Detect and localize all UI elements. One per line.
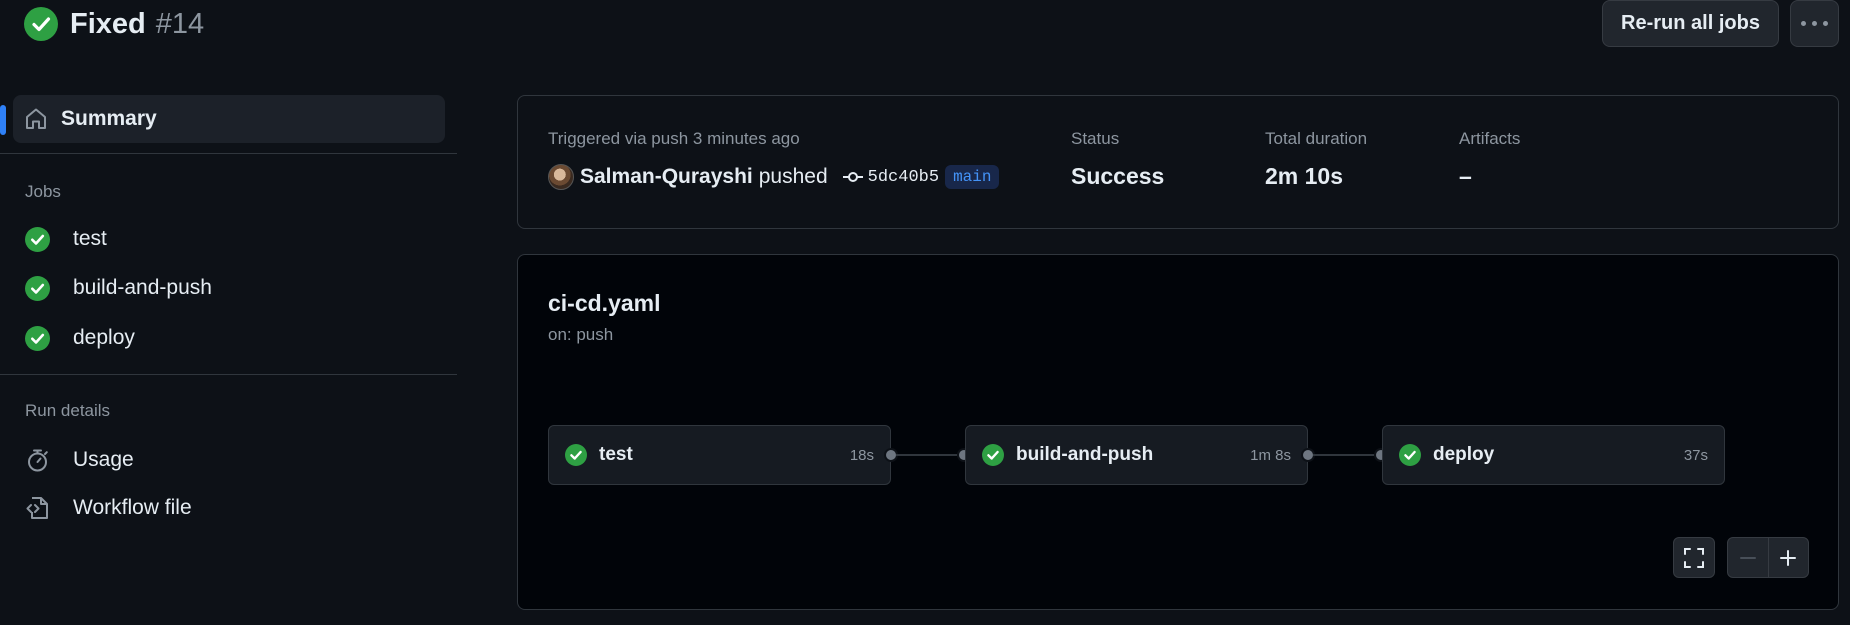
job-name: deploy (1433, 444, 1495, 465)
avatar[interactable] (548, 164, 574, 190)
zoom-in-button[interactable] (1769, 538, 1809, 577)
sidebar-item-label: Summary (61, 107, 157, 130)
divider (0, 153, 457, 154)
workflow-graph-card: ci-cd.yaml on: push test 18s build-and-p… (517, 254, 1839, 610)
status-value: Success (1071, 163, 1165, 189)
kebab-horizontal-icon (1801, 21, 1806, 26)
sidebar-job-build-and-push[interactable]: build-and-push (13, 267, 445, 309)
workflow-file-name[interactable]: ci-cd.yaml (548, 290, 661, 317)
job-connector (1313, 454, 1375, 456)
job-duration: 18s (849, 446, 874, 464)
check-circle-icon (25, 325, 50, 351)
kebab-dot (1812, 21, 1817, 26)
rerun-all-jobs-button[interactable]: Re-run all jobs (1602, 0, 1779, 47)
more-options-button[interactable] (1790, 0, 1839, 47)
job-connector (896, 454, 958, 456)
status-stat: Status Success (1071, 129, 1164, 190)
jobs-heading: Jobs (25, 182, 61, 201)
duration-label: Total duration (1265, 129, 1368, 148)
run-number: #14 (155, 7, 205, 40)
job-duration: 37s (1683, 446, 1708, 464)
check-circle-icon (565, 444, 587, 466)
run-summary-card: Triggered via push 3 minutes ago Salman-… (517, 95, 1839, 229)
job-node-deploy[interactable]: deploy 37s (1382, 425, 1725, 485)
sidebar-item-label: Usage (73, 448, 134, 471)
job-node-build-and-push[interactable]: build-and-push 1m 8s (965, 425, 1308, 485)
check-circle-icon (982, 444, 1004, 466)
divider (0, 374, 457, 375)
sidebar-job-test[interactable]: test (13, 218, 445, 260)
artifacts-label: Artifacts (1459, 129, 1521, 148)
run-title: Fixed (70, 7, 146, 40)
dash-icon (1739, 556, 1756, 559)
check-circle-icon (24, 7, 58, 41)
sidebar-item-label: deploy (73, 326, 135, 349)
artifacts-stat: Artifacts – (1459, 129, 1520, 190)
run-details-heading: Run details (25, 401, 111, 420)
sidebar-job-deploy[interactable]: deploy (13, 317, 445, 359)
screen-full-icon (1684, 547, 1704, 568)
sidebar-item-summary[interactable]: Summary (0, 95, 445, 143)
sidebar-item-label: Workflow file (73, 496, 192, 519)
home-icon (26, 108, 46, 129)
fullscreen-button[interactable] (1673, 537, 1715, 578)
job-name: build-and-push (1016, 444, 1154, 465)
sidebar-item-label: build-and-push (73, 276, 212, 299)
git-commit-icon (842, 170, 864, 184)
zoom-controls (1727, 537, 1809, 578)
duration-value: 2m 10s (1265, 163, 1344, 189)
commit-sha-link[interactable]: 5dc40b5 (868, 168, 939, 187)
plus-icon (1780, 549, 1797, 566)
status-label: Status (1071, 129, 1120, 148)
duration-stat: Total duration 2m 10s (1265, 129, 1367, 190)
branch-badge[interactable]: main (945, 165, 1000, 189)
job-duration: 1m 8s (1250, 446, 1291, 464)
check-circle-icon (1399, 444, 1421, 466)
sidebar-item-workflow-file[interactable]: Workflow file (13, 487, 445, 529)
push-action: pushed (758, 165, 828, 188)
artifacts-value: – (1459, 163, 1472, 189)
stopwatch-icon (25, 447, 50, 473)
file-code-icon (25, 495, 50, 521)
check-circle-icon (25, 275, 50, 301)
check-circle-icon (25, 226, 50, 252)
trigger-text: Triggered via push 3 minutes ago (548, 129, 800, 148)
sidebar-item-label: test (73, 227, 107, 250)
job-name: test (599, 444, 633, 465)
zoom-out-button[interactable] (1728, 538, 1769, 577)
author-link[interactable]: Salman-Qurayshi (580, 165, 753, 189)
run-header: Fixed #14 (24, 4, 204, 44)
workflow-trigger: on: push (548, 325, 614, 344)
active-indicator (0, 105, 6, 135)
job-node-test[interactable]: test 18s (548, 425, 891, 485)
push-info: Salman-Qurayshi pushed 5dc40b5 main (548, 162, 1000, 192)
sidebar-item-usage[interactable]: Usage (13, 439, 445, 481)
kebab-dot (1823, 21, 1828, 26)
